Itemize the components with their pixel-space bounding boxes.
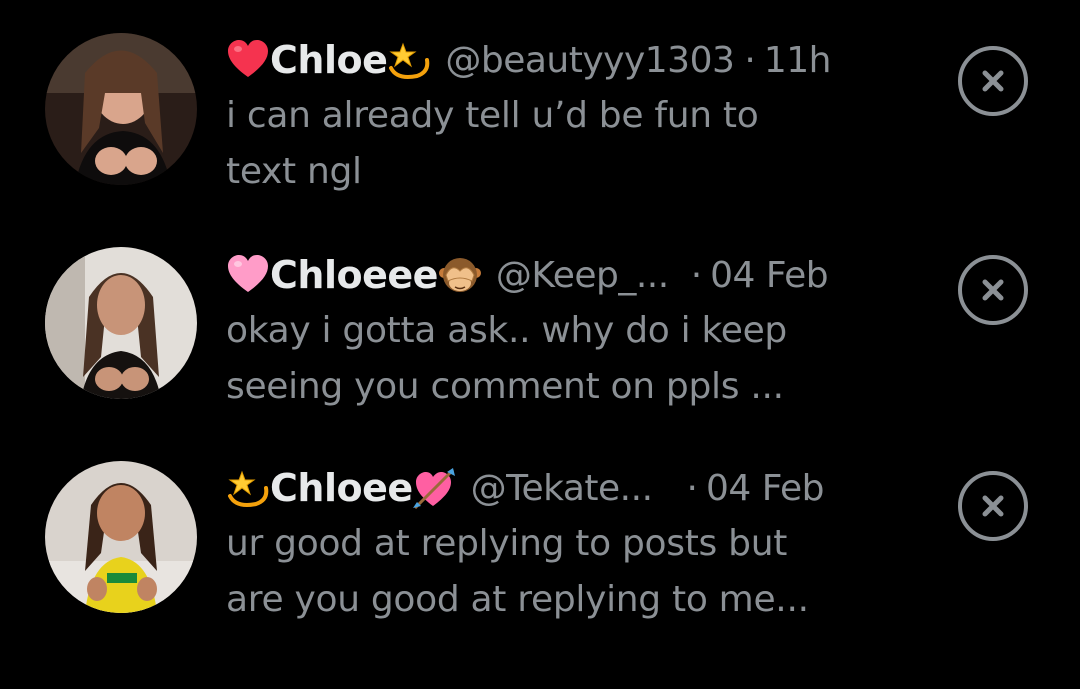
message-line: are you good at replying to me... (226, 579, 809, 620)
pink-heart-icon (226, 253, 270, 297)
user-handle[interactable]: @Tekate... (471, 468, 653, 509)
display-name[interactable]: Chloe (270, 38, 388, 82)
avatar[interactable] (45, 461, 197, 613)
timestamp: 04 Feb (710, 254, 829, 296)
close-icon (982, 279, 1004, 301)
message-request-item[interactable]: Chloee @Tekate... · 04 Feb ur good at re… (0, 430, 1080, 640)
avatar[interactable] (45, 33, 197, 185)
separator-dot: · (690, 254, 703, 296)
message-preview[interactable]: i can already tell u’d be fun to text ng… (226, 88, 846, 200)
display-name[interactable]: Chloee (270, 466, 413, 510)
message-preview[interactable]: okay i gotta ask.. why do i keep seeing … (226, 303, 846, 415)
see-no-evil-monkey-icon (438, 253, 482, 297)
message-line: text ngl (226, 151, 362, 192)
user-handle[interactable]: @Keep_... (496, 255, 669, 296)
dizzy-star-icon (387, 38, 431, 82)
timestamp: 11h (763, 39, 832, 81)
message-line: okay i gotta ask.. why do i keep (226, 310, 787, 351)
message-preview[interactable]: ur good at replying to posts but are you… (226, 516, 846, 628)
avatar[interactable] (45, 247, 197, 399)
dizzy-star-icon (226, 466, 270, 510)
dismiss-button[interactable] (958, 471, 1028, 541)
dismiss-button[interactable] (958, 46, 1028, 116)
display-name[interactable]: Chloeee (270, 253, 438, 297)
message-line: ur good at replying to posts but (226, 523, 788, 564)
user-handle[interactable]: @beautyyy1303 (445, 40, 735, 81)
close-icon (982, 495, 1004, 517)
close-icon (982, 70, 1004, 92)
message-line: seeing you comment on ppls ... (226, 366, 784, 407)
separator-dot: · (744, 39, 756, 81)
heart-with-arrow-icon (412, 466, 457, 510)
message-request-item[interactable]: Chloeee @Keep_... · 04 Feb okay i gotta … (0, 215, 1080, 425)
timestamp: 04 Feb (705, 467, 825, 509)
separator-dot: · (686, 467, 698, 509)
dismiss-button[interactable] (958, 255, 1028, 325)
message-line: i can already tell u’d be fun to (226, 95, 759, 136)
red-heart-icon (226, 38, 270, 82)
message-request-item[interactable]: Chloe @beautyyy1303 · 11h i can already … (0, 0, 1080, 210)
